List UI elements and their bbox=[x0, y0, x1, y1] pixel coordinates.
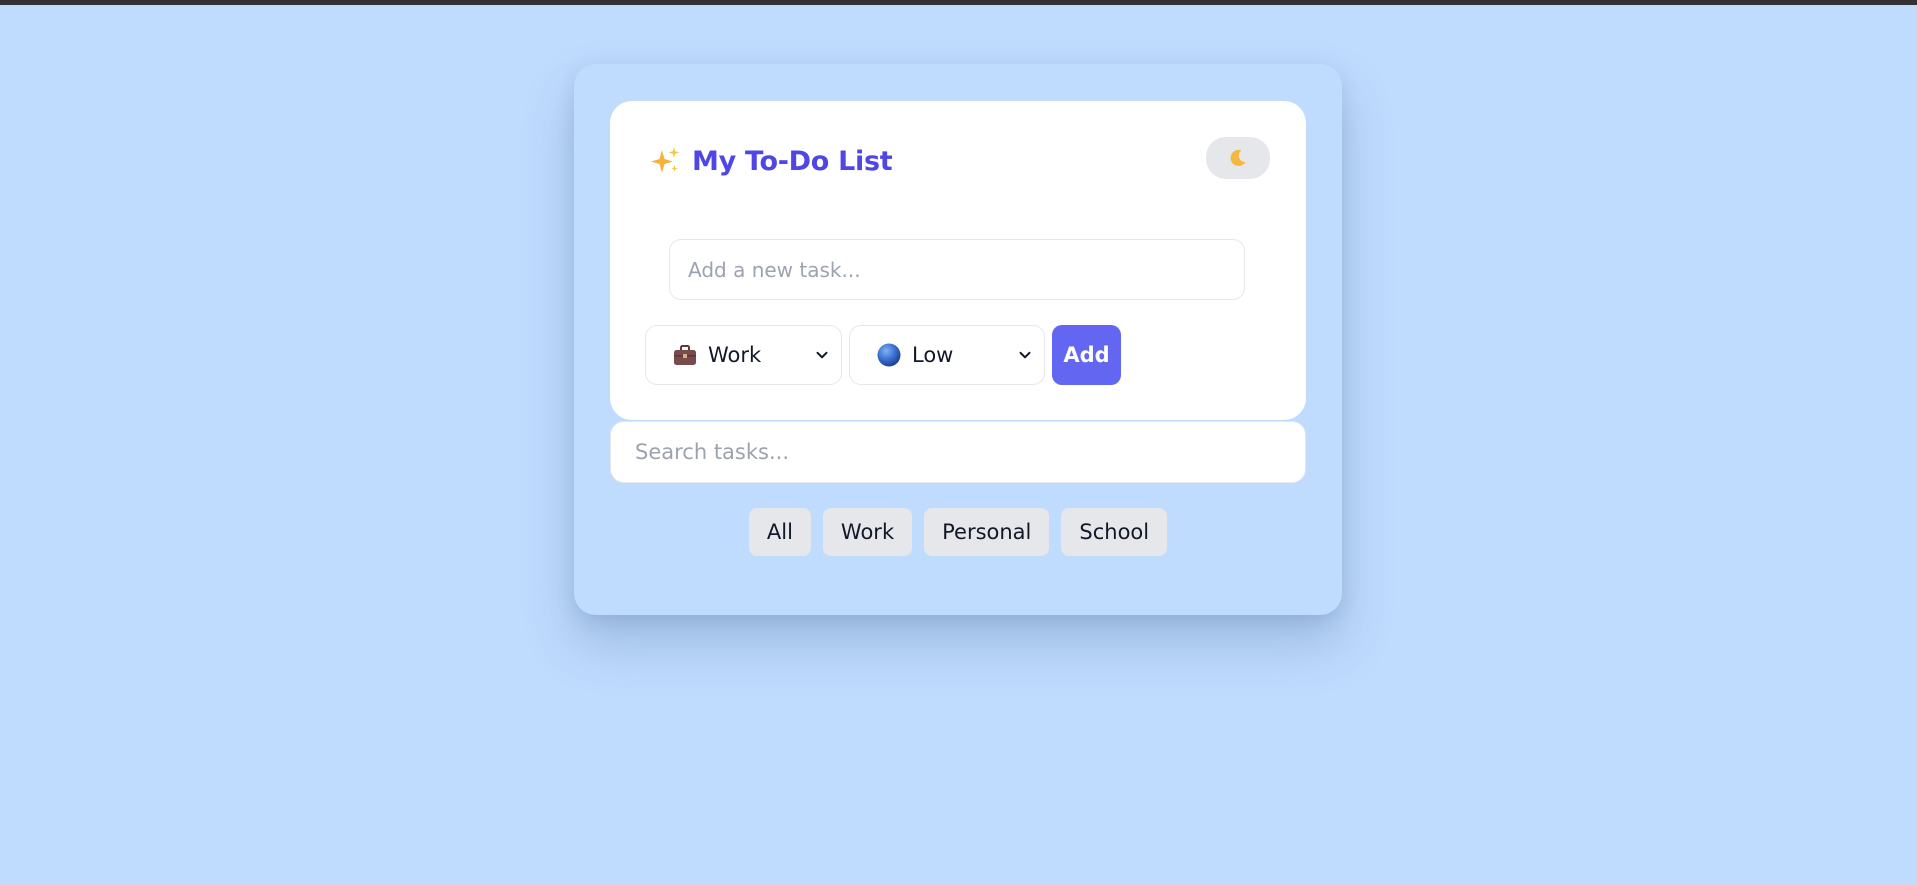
app-header: My To-Do List bbox=[648, 141, 893, 181]
sparkles-icon bbox=[651, 147, 680, 173]
filter-school-button[interactable]: School bbox=[1061, 508, 1168, 556]
new-task-input[interactable] bbox=[669, 239, 1245, 300]
priority-select-value: Low bbox=[912, 343, 954, 367]
chevron-down-icon bbox=[1019, 351, 1031, 359]
filter-bar: All Work Personal School bbox=[574, 508, 1342, 556]
chevron-down-icon bbox=[816, 351, 828, 359]
blue-circle-icon bbox=[877, 343, 901, 367]
filter-all-button[interactable]: All bbox=[748, 508, 811, 556]
category-select[interactable]: Work bbox=[645, 325, 842, 385]
task-entry-card: My To-Do List Work bbox=[610, 101, 1306, 420]
page-title: My To-Do List bbox=[692, 145, 893, 177]
theme-toggle-button[interactable] bbox=[1206, 137, 1270, 179]
category-select-value: Work bbox=[708, 343, 762, 367]
add-task-button[interactable]: Add bbox=[1052, 325, 1121, 385]
briefcase-icon bbox=[674, 345, 696, 365]
filter-personal-button[interactable]: Personal bbox=[924, 508, 1050, 556]
window-top-border bbox=[0, 0, 1917, 5]
search-input[interactable] bbox=[610, 421, 1306, 483]
priority-select[interactable]: Low bbox=[849, 325, 1045, 385]
moon-icon bbox=[1230, 149, 1246, 166]
app-container: My To-Do List Work bbox=[574, 64, 1342, 615]
filter-work-button[interactable]: Work bbox=[822, 508, 913, 556]
